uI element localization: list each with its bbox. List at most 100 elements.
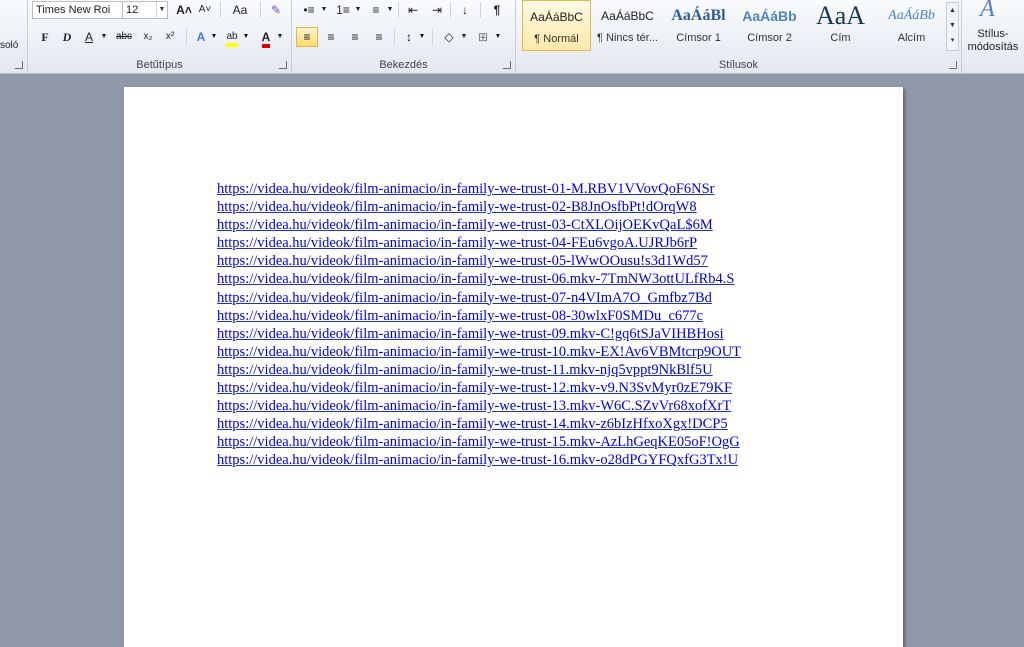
style-heading-1[interactable]: AaÁáBl Címsor 1 — [664, 0, 733, 51]
hyperlink[interactable]: https://videa.hu/videok/film-animacio/in… — [217, 270, 741, 288]
italic-button[interactable]: D — [58, 27, 76, 47]
separator — [432, 29, 433, 45]
style-no-spacing[interactable]: AaÁáBbC ¶ Nincs tér... — [593, 0, 662, 51]
clear-formatting-button[interactable]: ✎ — [266, 0, 286, 20]
bold-button[interactable]: F — [36, 27, 54, 47]
chevron-up-icon[interactable]: ▲ — [947, 3, 958, 18]
chevron-down-icon[interactable]: ▼ — [276, 27, 284, 47]
line-spacing-button[interactable]: ↕ — [398, 27, 420, 47]
chevron-down-icon[interactable]: ▼ — [386, 0, 394, 20]
hyperlink[interactable]: https://videa.hu/videok/film-animacio/in… — [217, 307, 741, 325]
hyperlink[interactable]: https://videa.hu/videok/film-animacio/in… — [217, 343, 741, 361]
hyperlink[interactable]: https://videa.hu/videok/film-animacio/in… — [217, 198, 741, 216]
change-styles-group[interactable]: A Stílus- módosítás — [962, 0, 1024, 73]
separator — [220, 2, 221, 18]
chevron-down-icon[interactable]: ▼ — [210, 27, 218, 47]
bullets-button[interactable]: •≡ — [298, 0, 320, 20]
more-icon[interactable]: ▾ — [947, 33, 958, 48]
chevron-down-icon[interactable]: ▼ — [242, 27, 250, 47]
font-size-combo[interactable]: 12 ▼ — [122, 1, 168, 19]
shrink-font-button[interactable]: A˅ — [196, 0, 214, 20]
hyperlink[interactable]: https://videa.hu/videok/film-animacio/in… — [217, 289, 741, 307]
paragraph-launcher-icon[interactable] — [503, 61, 511, 69]
hyperlink[interactable]: https://videa.hu/videok/film-animacio/in… — [217, 433, 741, 451]
style-normal[interactable]: AaÁáBbC ¶ Normál — [522, 0, 591, 51]
highlight-label: ab — [226, 31, 238, 47]
hyperlink[interactable]: https://videa.hu/videok/film-animacio/in… — [217, 180, 741, 198]
strikethrough-button[interactable]: abc — [112, 27, 136, 47]
chevron-down-icon[interactable]: ▼ — [354, 0, 362, 20]
style-preview: AaÁáBbC — [530, 10, 583, 24]
multilevel-list-button[interactable]: ≡ — [366, 0, 386, 20]
separator — [450, 2, 451, 18]
hyperlink[interactable]: https://videa.hu/videok/film-animacio/in… — [217, 451, 741, 469]
style-name: Alcím — [897, 32, 926, 44]
font-group-label: Betűtípus — [136, 59, 183, 71]
separator — [186, 29, 187, 45]
decrease-indent-button[interactable]: ⇤ — [402, 0, 424, 20]
font-color-button[interactable]: A — [256, 27, 276, 48]
subscript-button[interactable]: x₂ — [138, 27, 158, 47]
style-preview: AaÁáBl — [671, 7, 726, 24]
increase-indent-button[interactable]: ⇥ — [426, 0, 448, 20]
align-center-button[interactable]: ≡ — [320, 27, 342, 47]
numbering-button[interactable]: 1≡ — [332, 0, 354, 20]
separator — [398, 2, 399, 18]
change-case-button[interactable]: Aa — [226, 0, 254, 20]
separator — [480, 2, 481, 18]
cut-button[interactable]: soló — [0, 36, 24, 56]
superscript-button[interactable]: x² — [160, 27, 180, 47]
style-name: Címsor 2 — [747, 32, 792, 44]
clipboard-group: soló — [0, 0, 28, 73]
shading-button[interactable]: ◇ — [438, 27, 460, 47]
style-heading-2[interactable]: AaÁáBb Címsor 2 — [735, 0, 804, 51]
align-left-button[interactable]: ≡ — [296, 27, 318, 47]
style-preview: AaÁáBbC — [601, 9, 654, 23]
hyperlink[interactable]: https://videa.hu/videok/film-animacio/in… — [217, 397, 741, 415]
document-page[interactable]: https://videa.hu/videok/film-animacio/in… — [124, 87, 903, 647]
hyperlink[interactable]: https://videa.hu/videok/film-animacio/in… — [217, 234, 741, 252]
change-styles-label-2: módosítás — [967, 41, 1019, 53]
show-marks-button[interactable]: ¶ — [486, 0, 508, 20]
underline-button[interactable]: A — [80, 27, 98, 47]
grow-font-button[interactable]: A˄ — [174, 0, 194, 20]
style-title[interactable]: AaA Cím — [806, 0, 875, 51]
style-preview: AaÁáBb — [742, 8, 797, 24]
justify-button[interactable]: ≡ — [368, 27, 390, 47]
style-gallery-scroll[interactable]: ▲ ▼ ▾ — [946, 2, 959, 51]
style-name: ¶ Normál — [534, 33, 579, 45]
font-launcher-icon[interactable] — [279, 61, 287, 69]
text-effects-button[interactable]: A — [192, 27, 210, 47]
paragraph-group: •≡ ▼ 1≡ ▼ ≡ ▼ ⇤ ⇥ ↓ ¶ ≡ ≡ ≡ ≡ ↕ ▼ ◇ ▼ ⊞ … — [292, 0, 516, 73]
style-subtitle[interactable]: AaÁáBb Alcím — [877, 0, 946, 51]
hyperlink[interactable]: https://videa.hu/videok/film-animacio/in… — [217, 325, 741, 343]
clipboard-launcher-icon[interactable] — [15, 61, 23, 69]
style-name: Cím — [830, 32, 851, 44]
hyperlink[interactable]: https://videa.hu/videok/film-animacio/in… — [217, 216, 741, 234]
separator — [394, 29, 395, 45]
hyperlink[interactable]: https://videa.hu/videok/film-animacio/in… — [217, 361, 741, 379]
paragraph-group-label: Bekezdés — [379, 59, 428, 71]
chevron-down-icon: ▼ — [156, 2, 167, 18]
font-size-value: 12 — [126, 4, 139, 16]
chevron-down-icon[interactable]: ▼ — [320, 0, 328, 20]
chevron-down-icon[interactable]: ▼ — [100, 27, 108, 47]
link-list: https://videa.hu/videok/film-animacio/in… — [217, 180, 741, 470]
ribbon: soló Times New Roi ▼ 12 ▼ A˄ A˅ Aa ✎ F D… — [0, 0, 1024, 74]
chevron-down-icon[interactable]: ▼ — [947, 18, 958, 33]
styles-launcher-icon[interactable] — [949, 61, 957, 69]
chevron-down-icon[interactable]: ▼ — [494, 27, 502, 47]
style-preview: AaA — [815, 1, 866, 30]
borders-button[interactable]: ⊞ — [472, 27, 494, 47]
hyperlink[interactable]: https://videa.hu/videok/film-animacio/in… — [217, 379, 741, 397]
font-color-label: A — [261, 31, 271, 48]
hyperlink[interactable]: https://videa.hu/videok/film-animacio/in… — [217, 252, 741, 270]
hyperlink[interactable]: https://videa.hu/videok/film-animacio/in… — [217, 415, 741, 433]
align-right-button[interactable]: ≡ — [344, 27, 366, 47]
sort-button[interactable]: ↓ — [454, 0, 476, 20]
font-name-value: Times New Roi — [36, 4, 111, 16]
change-styles-label-1: Stílus- — [977, 28, 1009, 40]
chevron-down-icon[interactable]: ▼ — [460, 27, 468, 47]
highlight-button[interactable]: ab — [222, 27, 242, 47]
chevron-down-icon[interactable]: ▼ — [418, 27, 426, 47]
